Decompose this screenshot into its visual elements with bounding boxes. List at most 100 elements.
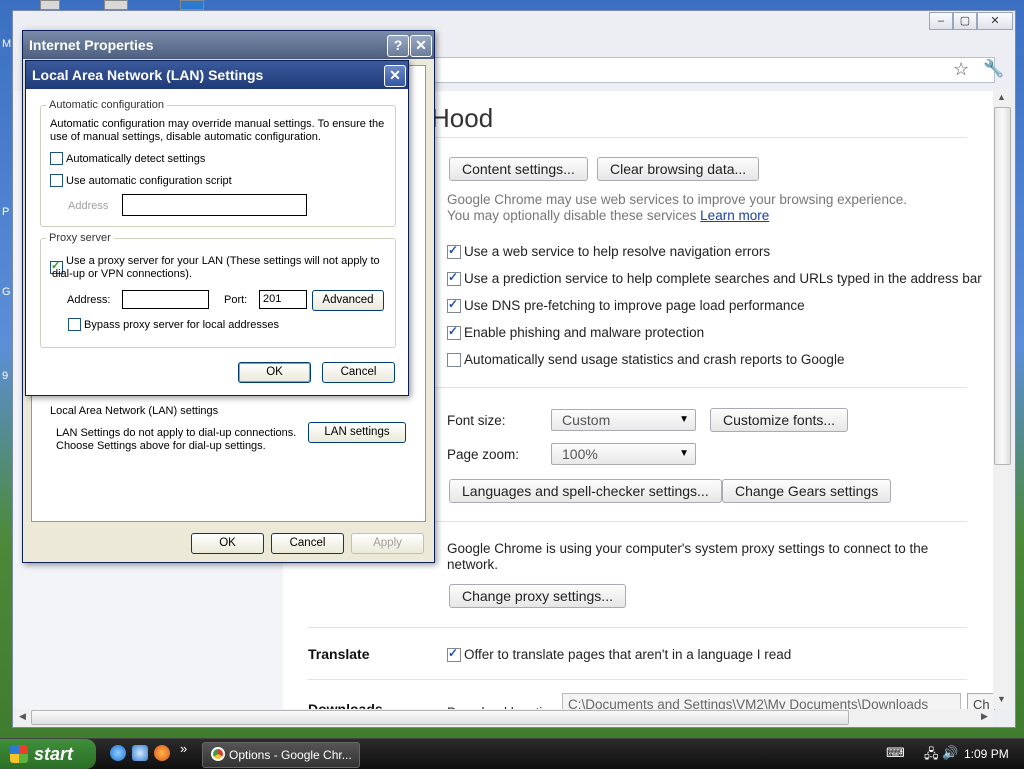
wrench-menu-icon[interactable]: 🔧 xyxy=(983,59,1004,79)
lan-description: LAN Settings do not apply to dial-up con… xyxy=(56,427,297,439)
privacy-description-text: You may optionally disable these service… xyxy=(447,208,697,223)
use-proxy-label: Use a proxy server for your LAN (These s… xyxy=(66,255,380,267)
customize-fonts-button[interactable]: Customize fonts... xyxy=(710,408,849,432)
ok-button[interactable]: OK xyxy=(238,362,311,383)
bookmark-star-icon[interactable]: ☆ xyxy=(953,59,969,80)
option-label: Use a web service to help resolve naviga… xyxy=(464,244,771,259)
desktop-icon[interactable] xyxy=(180,0,204,10)
auto-script-checkbox[interactable] xyxy=(50,174,63,187)
scroll-up-icon[interactable]: ▲ xyxy=(994,90,1009,105)
cancel-button[interactable]: Cancel xyxy=(271,533,344,554)
font-size-label: Font size: xyxy=(447,413,506,428)
divider xyxy=(431,387,967,388)
translate-checkbox[interactable] xyxy=(447,646,461,662)
download-change-button[interactable]: Ch xyxy=(967,693,995,710)
desktop-edge-letter: M xyxy=(2,38,12,50)
help-button[interactable]: ? xyxy=(387,35,409,57)
translate-section-title: Translate xyxy=(308,646,370,662)
desktop-icon[interactable] xyxy=(104,0,128,10)
internet-explorer-icon[interactable] xyxy=(110,745,126,761)
lan-description-2: Choose Settings above for dial-up settin… xyxy=(56,440,266,452)
keyboard-icon[interactable]: ⌨ xyxy=(886,745,905,761)
privacy-description: Google Chrome may use web services to im… xyxy=(447,192,907,207)
option-label: Use a prediction service to help complet… xyxy=(464,271,982,286)
maximize-button[interactable]: ▢ xyxy=(953,12,977,30)
windows-logo-icon xyxy=(10,745,28,763)
start-button[interactable]: start xyxy=(0,739,96,769)
desktop-icon[interactable] xyxy=(40,0,60,10)
cancel-button[interactable]: Cancel xyxy=(322,362,395,383)
advanced-button[interactable]: Advanced xyxy=(312,290,384,311)
internet-properties-titlebar[interactable]: Internet Properties xyxy=(23,31,434,59)
network-icon[interactable]: 🖧 xyxy=(924,745,939,767)
languages-button[interactable]: Languages and spell-checker settings... xyxy=(449,479,722,503)
proxy-address-input[interactable] xyxy=(122,290,209,309)
ok-button[interactable]: OK xyxy=(191,533,264,554)
apply-button[interactable]: Apply xyxy=(351,533,424,554)
auto-script-label: Use automatic configuration script xyxy=(66,175,232,187)
port-input[interactable]: 201 xyxy=(259,290,307,309)
bypass-local-checkbox[interactable] xyxy=(68,318,81,331)
lan-dialog-title: Local Area Network (LAN) Settings xyxy=(32,67,264,83)
script-address-input[interactable] xyxy=(122,194,307,216)
font-size-select[interactable]: Custom ▼ xyxy=(551,409,696,431)
auto-config-description: Automatic configuration may override man… xyxy=(50,118,385,130)
option-checkbox-phishing[interactable] xyxy=(447,324,461,340)
translate-option-label: Offer to translate pages that aren't in … xyxy=(464,647,792,662)
lan-dialog-titlebar[interactable]: Local Area Network (LAN) Settings xyxy=(26,61,408,89)
divider xyxy=(431,521,967,522)
proxy-description-2: network. xyxy=(447,557,499,572)
outlook-express-icon[interactable] xyxy=(132,745,148,761)
option-checkbox-usage-stats[interactable] xyxy=(447,353,461,367)
address-bar[interactable] xyxy=(433,57,995,83)
system-tray: ⌨ 🖧 🔊 1:09 PM xyxy=(880,739,1024,769)
desktop-edge-letter: G xyxy=(2,286,11,298)
learn-more-link[interactable]: Learn more xyxy=(700,208,769,223)
script-address-label: Address xyxy=(68,200,109,212)
option-checkbox-dns[interactable] xyxy=(447,297,461,313)
scroll-down-icon[interactable]: ▼ xyxy=(994,692,1009,707)
change-proxy-button[interactable]: Change proxy settings... xyxy=(449,584,626,608)
horizontal-scroll-thumb[interactable] xyxy=(31,710,849,725)
proxy-server-legend: Proxy server xyxy=(46,232,114,244)
lan-group-label: Local Area Network (LAN) settings xyxy=(50,405,219,417)
vertical-scroll-thumb[interactable] xyxy=(994,107,1011,465)
close-icon[interactable]: ✕ xyxy=(384,65,406,87)
scroll-left-icon[interactable]: ◀ xyxy=(15,709,30,724)
clock[interactable]: 1:09 PM xyxy=(964,747,1009,761)
auto-detect-label: Automatically detect settings xyxy=(66,153,206,165)
clear-browsing-data-button[interactable]: Clear browsing data... xyxy=(597,157,760,181)
font-size-value: Custom xyxy=(562,412,611,428)
taskbar: start » Options - Google Chr... ⌨ 🖧 🔊 1:… xyxy=(0,738,1024,769)
taskbar-item-chrome[interactable]: Options - Google Chr... xyxy=(202,742,360,768)
start-label: start xyxy=(34,744,74,764)
close-button[interactable]: ✕ xyxy=(977,12,1013,30)
firefox-icon[interactable] xyxy=(154,745,170,761)
option-label: Enable phishing and malware protection xyxy=(464,325,705,340)
horizontal-scrollbar[interactable]: ◀ ▶ xyxy=(15,709,993,725)
page-title: Hood xyxy=(431,103,494,133)
automatic-configuration-legend: Automatic configuration xyxy=(46,99,167,111)
close-icon[interactable]: ✕ xyxy=(410,35,432,57)
vertical-scrollbar[interactable]: ▲ ▼ xyxy=(993,89,1011,709)
scroll-right-icon[interactable]: ▶ xyxy=(977,709,992,724)
page-zoom-value: 100% xyxy=(562,446,598,462)
option-checkbox-prediction[interactable] xyxy=(447,270,461,286)
content-settings-button[interactable]: Content settings... xyxy=(449,157,588,181)
bypass-local-label: Bypass proxy server for local addresses xyxy=(84,319,280,331)
auto-detect-checkbox[interactable] xyxy=(50,152,63,165)
divider xyxy=(307,627,967,628)
lan-settings-dialog: Local Area Network (LAN) Settings ✕ Auto… xyxy=(25,60,409,396)
lan-settings-button[interactable]: LAN settings xyxy=(308,422,406,443)
desktop-edge-letter: P xyxy=(2,206,10,218)
page-zoom-select[interactable]: 100% ▼ xyxy=(551,443,696,465)
option-checkbox-navigation-errors[interactable] xyxy=(447,243,461,259)
quicklaunch-more-icon[interactable]: » xyxy=(180,741,187,756)
privacy-description-2: You may optionally disable these service… xyxy=(447,208,769,223)
divider xyxy=(307,679,967,680)
gears-settings-button[interactable]: Change Gears settings xyxy=(722,479,892,503)
divider xyxy=(431,137,967,138)
minimize-button[interactable]: – xyxy=(929,12,953,30)
download-location-field[interactable]: C:\Documents and Settings\VM2\My Documen… xyxy=(562,693,961,710)
volume-icon[interactable]: 🔊 xyxy=(942,745,958,761)
